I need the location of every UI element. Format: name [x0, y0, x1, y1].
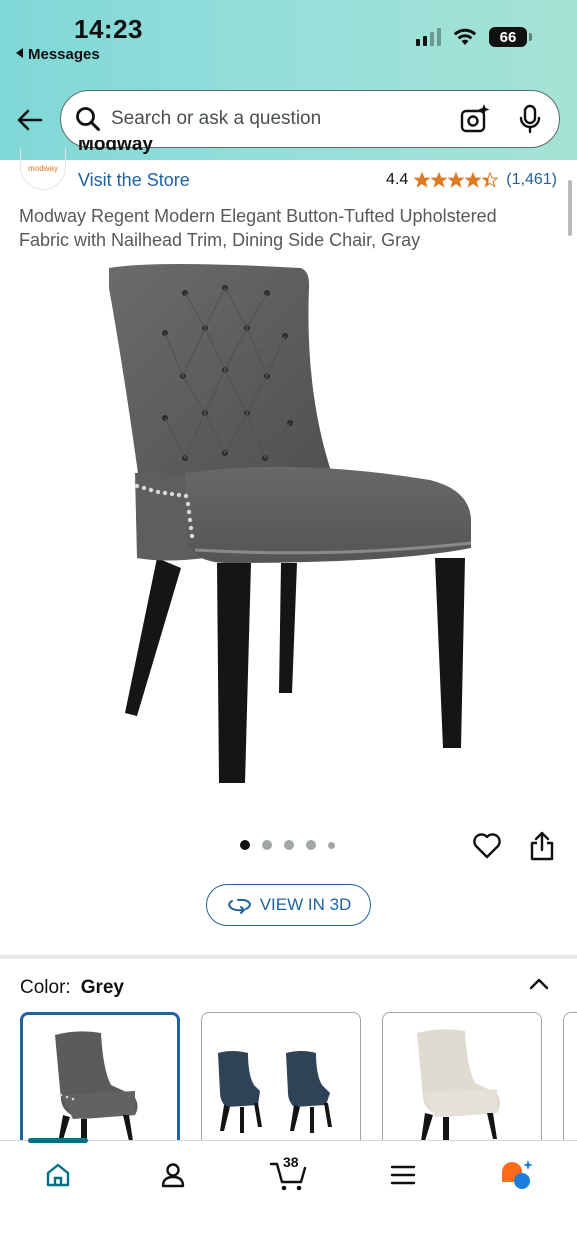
battery-indicator: 66: [489, 27, 532, 47]
status-icons: 66: [416, 27, 532, 47]
nav-menu[interactable]: [383, 1157, 423, 1193]
swatch-beige-image: [417, 1029, 500, 1142]
carousel-dot[interactable]: [284, 840, 294, 850]
nav-account[interactable]: [153, 1157, 193, 1193]
section-divider: [0, 955, 577, 959]
wifi-icon: [453, 28, 477, 45]
color-swatches: [20, 1012, 577, 1142]
rating-score: 4.4: [386, 171, 409, 188]
share-icon[interactable]: [528, 830, 556, 862]
brand-name: Modway: [78, 140, 153, 155]
swatch-navy[interactable]: [201, 1012, 361, 1142]
swatch-beige[interactable]: [382, 1012, 542, 1142]
carousel-dot[interactable]: [328, 841, 335, 849]
view-in-3d-label: VIEW IN 3D: [259, 895, 352, 914]
star-icon: [414, 172, 431, 188]
star-icon: [448, 172, 465, 188]
product-image[interactable]: [95, 258, 485, 793]
account-icon: [161, 1163, 185, 1188]
carousel-dot[interactable]: [262, 840, 272, 850]
rufus-icon: [502, 1160, 533, 1189]
bottom-navigation: 38: [0, 1138, 577, 1250]
rating-stars: [414, 172, 499, 188]
visit-store-link[interactable]: Visit the Store: [78, 170, 190, 191]
cellular-signal-icon: [416, 28, 441, 46]
search-input[interactable]: [111, 108, 431, 130]
star-icon: [465, 172, 482, 188]
back-arrow-icon[interactable]: [14, 104, 46, 136]
rating-summary[interactable]: 4.4 (1,461): [386, 171, 557, 189]
swatch-grey[interactable]: [20, 1012, 180, 1142]
selected-color: Grey: [80, 977, 124, 998]
brand-logo[interactable]: modway: [20, 148, 66, 190]
nav-rufus[interactable]: [497, 1157, 537, 1193]
carousel-dot[interactable]: [240, 840, 250, 850]
back-app-label: Messages: [28, 46, 100, 63]
active-tab-indicator: [28, 1138, 88, 1143]
home-icon: [46, 1163, 70, 1187]
heart-icon[interactable]: [472, 830, 502, 860]
star-icon: [482, 172, 499, 188]
menu-icon: [390, 1165, 416, 1185]
carousel-dot[interactable]: [306, 840, 316, 850]
header: 14:23 Messages 66: [0, 0, 577, 160]
microphone-icon[interactable]: [517, 104, 543, 134]
swatch-other[interactable]: [563, 1012, 577, 1142]
view-in-3d-button[interactable]: VIEW IN 3D: [206, 884, 371, 926]
chevron-up-icon[interactable]: [527, 972, 551, 996]
color-label: Color:: [20, 977, 71, 998]
nav-home[interactable]: [38, 1157, 78, 1193]
cart-count-badge: 38: [283, 1154, 299, 1170]
rating-count: (1,461): [506, 171, 557, 188]
swatch-grey-image: [55, 1031, 138, 1142]
swatch-navy-image: [218, 1051, 332, 1133]
rotate-3d-icon: [227, 898, 251, 914]
back-to-app-link[interactable]: Messages: [16, 46, 100, 63]
status-time: 14:23: [74, 14, 143, 44]
search-icon: [76, 107, 100, 131]
back-triangle-icon: [16, 48, 23, 58]
star-icon: [431, 172, 448, 188]
image-carousel-dots[interactable]: [240, 840, 335, 850]
color-selector-header: Color: Grey: [20, 977, 124, 999]
brand-logo-text: modway: [28, 164, 58, 173]
product-title: Modway Regent Modern Elegant Button-Tuft…: [19, 206, 497, 250]
camera-search-icon[interactable]: [459, 103, 491, 135]
brand-name-clip: Modway: [78, 140, 198, 160]
scrollbar[interactable]: [568, 180, 572, 236]
product-page: 14:23 Messages 66 Search or ask a questi…: [0, 0, 577, 1250]
